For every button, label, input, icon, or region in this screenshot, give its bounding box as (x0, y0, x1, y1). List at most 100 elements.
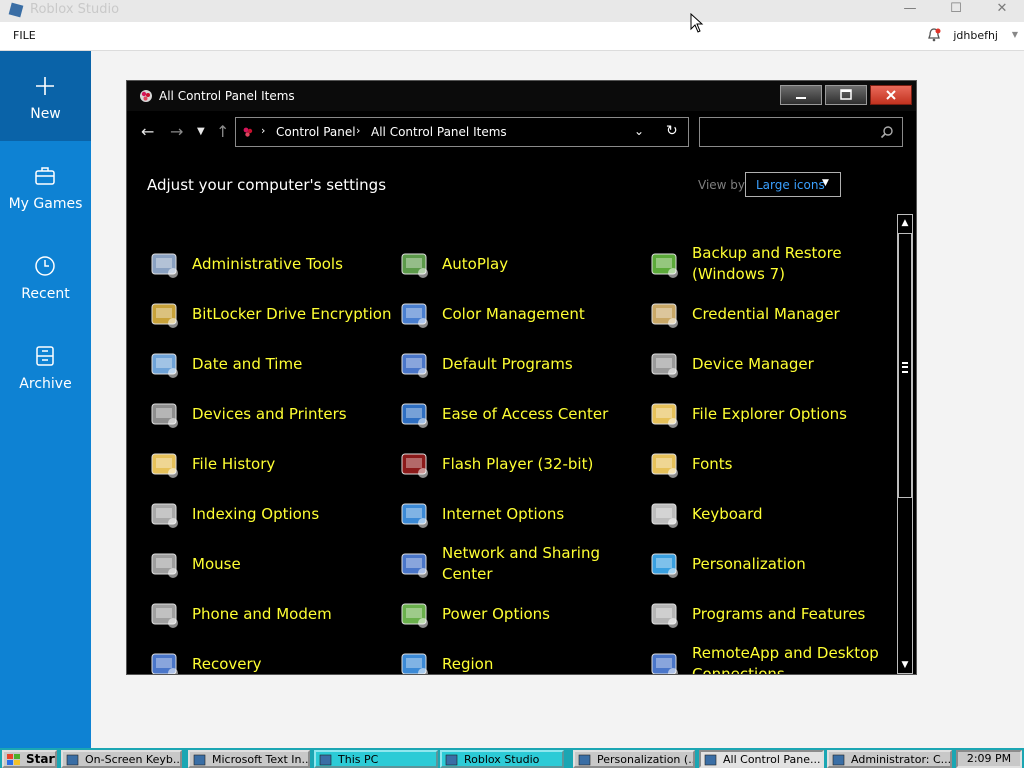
start-button[interactable]: Start (2, 750, 57, 768)
search-icon[interactable] (880, 125, 894, 139)
remoteapp-icon (651, 653, 678, 674)
cp-item-file-explorer-options[interactable]: File Explorer Options (645, 391, 895, 441)
maximize-icon (840, 89, 852, 100)
refresh-icon[interactable]: ↻ (666, 123, 678, 139)
control-panel-icon (243, 127, 253, 137)
cp-item-mouse[interactable]: Mouse (145, 541, 395, 591)
cp-titlebar[interactable]: All Control Panel Items (127, 81, 916, 111)
cp-item-label: File History (192, 454, 276, 473)
sidebar-item-my-games[interactable]: My Games (0, 141, 91, 231)
cp-item-devices-and-printers[interactable]: Devices and Printers (145, 391, 395, 441)
cp-item-bitlocker-drive-encryption[interactable]: BitLocker Drive Encryption (145, 291, 395, 341)
cp-item-color-management[interactable]: Color Management (395, 291, 645, 341)
address-bar[interactable]: › Control Panel › All Control Panel Item… (235, 117, 689, 147)
cp-item-keyboard[interactable]: Keyboard (645, 491, 895, 541)
cp-minimize-button[interactable] (780, 85, 822, 105)
cp-item-programs-and-features[interactable]: Programs and Features (645, 591, 895, 641)
cp-item-network-and-sharing-center[interactable]: Network and Sharing Center (395, 541, 645, 591)
recovery-icon (151, 653, 178, 674)
fonts-icon (651, 453, 678, 478)
breadcrumb-control-panel[interactable]: Control Panel (276, 125, 356, 139)
cp-maximize-button[interactable] (825, 85, 867, 105)
cp-item-power-options[interactable]: Power Options (395, 591, 645, 641)
minimize-icon (796, 97, 806, 99)
taskbar-button-label: Roblox Studio (464, 753, 540, 766)
taskbar-button-7[interactable]: Administrator: C... (827, 750, 952, 768)
personalization-icon (578, 754, 591, 766)
back-arrow-icon[interactable]: ← (141, 123, 154, 141)
power-options-icon (401, 603, 428, 628)
personalization-icon (651, 553, 678, 578)
cp-item-file-history[interactable]: File History (145, 441, 395, 491)
cp-item-remoteapp-and-desktop-connections[interactable]: RemoteApp and Desktop Connections (645, 641, 895, 674)
cp-item-label: BitLocker Drive Encryption (192, 304, 392, 323)
cp-item-flash-player-32-bit[interactable]: Flash Player (32-bit) (395, 441, 645, 491)
cp-item-internet-options[interactable]: Internet Options (395, 491, 645, 541)
scroll-down-arrow-icon[interactable]: ▼ (898, 657, 912, 673)
up-arrow-icon[interactable]: ↑ (216, 123, 229, 141)
bitlocker-icon (151, 303, 178, 328)
app-close-button[interactable]: ✕ (980, 0, 1024, 20)
cp-item-administrative-tools[interactable]: Administrative Tools (145, 241, 395, 291)
taskbar-button-label: On-Screen Keyb... (85, 753, 182, 766)
cp-item-label: Flash Player (32-bit) (442, 454, 594, 473)
taskbar-button-1[interactable]: On-Screen Keyb... (61, 750, 182, 768)
breadcrumb-separator-icon[interactable]: › (261, 124, 265, 137)
taskbar-button-5[interactable]: Personalization (... (573, 750, 695, 768)
sidebar-item-label: New (30, 106, 61, 122)
breadcrumb-all-items[interactable]: All Control Panel Items (371, 125, 507, 139)
user-menu-caret-icon[interactable]: ▼ (1012, 30, 1018, 39)
file-history-icon (151, 453, 178, 478)
file-menu[interactable]: FILE (13, 29, 36, 42)
cp-item-autoplay[interactable]: AutoPlay (395, 241, 645, 291)
mouse-cursor-icon (690, 13, 704, 33)
cp-close-button[interactable] (870, 85, 912, 105)
autoplay-icon (401, 253, 428, 278)
cp-item-fonts[interactable]: Fonts (645, 441, 895, 491)
taskbar-button-2[interactable]: Microsoft Text In... (188, 750, 310, 768)
scroll-up-arrow-icon[interactable]: ▲ (898, 215, 912, 231)
cp-item-date-and-time[interactable]: Date and Time (145, 341, 395, 391)
taskbar-button-3[interactable]: This PC (314, 750, 438, 768)
cp-item-personalization[interactable]: Personalization (645, 541, 895, 591)
cp-item-default-programs[interactable]: Default Programs (395, 341, 645, 391)
control-panel-window: All Control Panel Items ← → ▼ ↑ › Contro… (126, 80, 917, 675)
sidebar-item-archive[interactable]: Archive (0, 321, 91, 411)
cp-item-label: Device Manager (692, 354, 814, 373)
breadcrumb-separator-icon[interactable]: › (356, 124, 360, 137)
sidebar-item-recent[interactable]: Recent (0, 231, 91, 321)
cp-item-ease-of-access-center[interactable]: Ease of Access Center (395, 391, 645, 441)
sidebar-item-label: My Games (8, 196, 83, 212)
cp-item-phone-and-modem[interactable]: Phone and Modem (145, 591, 395, 641)
view-by-dropdown[interactable]: Large icons ▼ (745, 172, 841, 197)
page-title: Adjust your computer's settings (147, 176, 387, 194)
user-name[interactable]: jdhbefhj (953, 29, 998, 42)
control-panel-items-grid: Administrative Tools AutoPlay Backup and R… (145, 241, 895, 674)
cp-item-recovery[interactable]: Recovery (145, 641, 395, 674)
cp-item-region[interactable]: Region (395, 641, 645, 674)
taskbar-button-6[interactable]: All Control Pane... (699, 750, 824, 768)
sidebar-item-new[interactable]: New (0, 51, 91, 141)
date-time-icon (151, 353, 178, 378)
plus-icon (36, 77, 54, 95)
search-input[interactable] (699, 117, 903, 147)
cp-item-credential-manager[interactable]: Credential Manager (645, 291, 895, 341)
cp-item-device-manager[interactable]: Device Manager (645, 341, 895, 391)
internet-options-icon (401, 503, 428, 528)
app-maximize-button[interactable]: ☐ (934, 0, 978, 20)
admin-tools-icon (151, 253, 178, 278)
notification-bell-icon[interactable] (926, 27, 942, 43)
recent-locations-chevron-icon[interactable]: ▼ (197, 123, 205, 141)
forward-arrow-icon[interactable]: → (170, 123, 183, 141)
taskbar-button-4[interactable]: Roblox Studio (440, 750, 564, 768)
vertical-scrollbar[interactable]: ▲ ▼ (897, 214, 913, 674)
system-clock[interactable]: 2:09 PM (956, 750, 1022, 768)
phone-modem-icon (151, 603, 178, 628)
address-dropdown-icon[interactable]: ⌄ (634, 124, 644, 138)
app-minimize-button[interactable]: — (888, 0, 932, 20)
cp-item-indexing-options[interactable]: Indexing Options (145, 491, 395, 541)
cp-item-backup-and-restore-windows-7[interactable]: Backup and Restore (Windows 7) (645, 241, 895, 291)
cp-item-label: Recovery (192, 654, 262, 673)
scrollbar-thumb[interactable] (898, 233, 912, 498)
programs-features-icon (651, 603, 678, 628)
